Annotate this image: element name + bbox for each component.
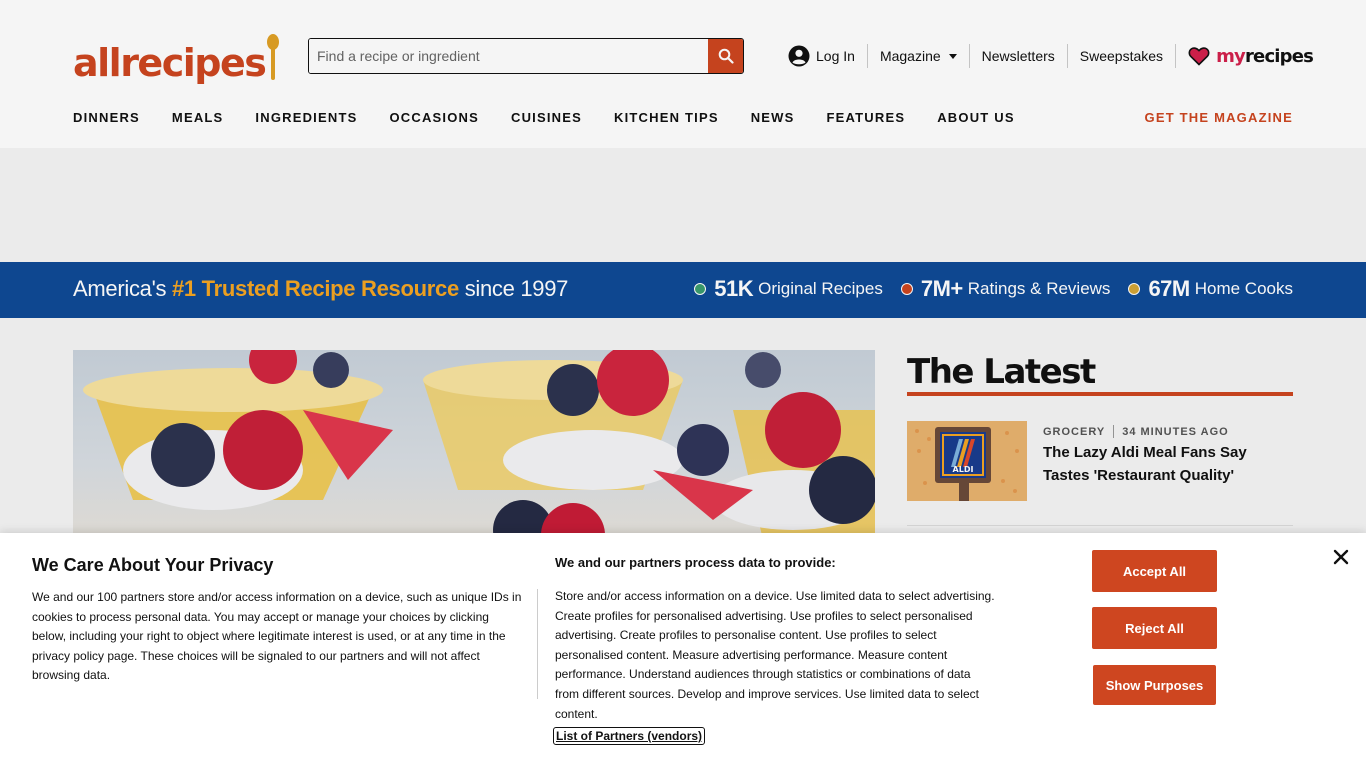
close-icon [1333,549,1349,565]
article-meta: GROCERY 34 MINUTES AGO [1043,425,1229,438]
latest-heading: The Latest [907,352,1096,392]
nav-cuisines[interactable]: CUISINES [511,110,582,125]
meta-separator [1113,425,1115,438]
nav-features[interactable]: FEATURES [827,110,906,125]
stat-label: Home Cooks [1194,279,1293,298]
privacy-consent-dialog: We Care About Your Privacy We and our 10… [0,533,1366,768]
logo-text: allrecipes [73,41,267,85]
trust-banner: America's #1 Trusted Recipe Resource sin… [0,262,1366,318]
article-category[interactable]: GROCERY [1043,426,1105,438]
consent-purposes-heading: We and our partners process data to prov… [555,555,836,570]
thumb-label: ALDI [953,465,974,474]
search-input[interactable] [309,39,708,73]
orange-dot-icon [900,283,913,295]
latest-article[interactable]: ALDI GROCERY 34 MINUTES AGO The Lazy Ald… [907,421,1293,501]
stat-ratings-reviews: 7M+ Ratings & Reviews [900,276,1111,302]
stat-number: 67M [1148,276,1190,301]
login-link[interactable]: Log In [788,44,868,68]
tagline-prefix: America's [73,276,172,301]
magazine-dropdown[interactable]: Magazine [868,44,970,68]
accept-all-button[interactable]: Accept All [1092,550,1217,592]
berry-tart-illustration [83,350,875,540]
heart-icon [1188,47,1210,66]
banner-tagline: America's #1 Trusted Recipe Resource sin… [73,276,568,302]
nav-occasions[interactable]: OCCASIONS [389,110,479,125]
myrecipes-link[interactable]: myrecipes [1176,45,1314,67]
myrecipes-recipes: recipes [1244,45,1314,67]
myrecipes-wordmark: myrecipes [1216,45,1314,67]
search-button[interactable] [708,39,743,73]
nav-kitchen-tips[interactable]: KITCHEN TIPS [614,110,719,125]
reject-all-button[interactable]: Reject All [1092,607,1217,649]
myrecipes-my: my [1216,45,1246,67]
sweepstakes-label: Sweepstakes [1079,48,1164,64]
aldi-sign-image: ALDI [907,421,1027,501]
gold-dot-icon [1128,283,1141,295]
nav-ingredients[interactable]: INGREDIENTS [255,110,357,125]
stat-label: Original Recipes [758,279,883,298]
stat-home-cooks: 67M Home Cooks [1128,276,1293,302]
chevron-down-icon [948,53,957,59]
banner-stats: 51K Original Recipes 7M+ Ratings & Revie… [676,276,1293,302]
tagline-suffix: since 1997 [458,276,569,301]
nav-dinners[interactable]: DINNERS [73,110,140,125]
magazine-label: Magazine [879,48,941,64]
close-dialog-button[interactable] [1332,548,1350,566]
hero-image[interactable] [73,350,875,540]
search-bar [308,38,744,74]
nav-meals[interactable]: MEALS [172,110,224,125]
latest-list-divider [907,525,1293,526]
stat-number: 51K [714,276,754,301]
consent-purposes-list: Store and/or access information on a dev… [555,589,995,721]
allrecipes-logo[interactable]: allrecipes [73,30,280,85]
nav-about-us[interactable]: ABOUT US [937,110,1015,125]
article-timestamp: 34 MINUTES AGO [1122,425,1229,438]
login-label: Log In [816,48,855,64]
consent-title: We Care About Your Privacy [32,555,274,575]
newsletters-link[interactable]: Newsletters [970,44,1068,68]
tagline-highlight: #1 Trusted Recipe Resource [172,276,459,301]
green-dot-icon [694,283,707,295]
get-the-magazine-link[interactable]: GET THE MAGAZINE [1145,110,1293,125]
article-thumbnail[interactable]: ALDI [907,421,1027,501]
user-icon [788,45,810,67]
nav-news[interactable]: NEWS [751,110,795,125]
consent-column-divider [537,589,538,699]
consent-description: We and our 100 partners store and/or acc… [32,590,522,683]
sweepstakes-link[interactable]: Sweepstakes [1068,44,1177,68]
utility-links: Log In Magazine Newsletters Sweepstakes … [788,40,1314,72]
article-headline[interactable]: The Lazy Aldi Meal Fans Say Tastes 'Rest… [1043,441,1293,487]
spoon-icon [267,34,280,82]
latest-divider-rule [907,392,1293,396]
site-header: allrecipes Log In Magazine Newsletters [0,0,1366,148]
stat-label: Ratings & Reviews [967,279,1111,298]
newsletters-label: Newsletters [981,48,1055,64]
list-of-partners-link[interactable]: List of Partners (vendors) [553,727,706,745]
stat-number: 7M+ [920,276,963,301]
show-purposes-button[interactable]: Show Purposes [1093,665,1216,705]
main-nav: DINNERS MEALS INGREDIENTS OCCASIONS CUIS… [73,110,1047,125]
stat-original-recipes: 51K Original Recipes [694,276,883,302]
ad-placeholder [0,148,1366,262]
search-icon [718,48,734,64]
